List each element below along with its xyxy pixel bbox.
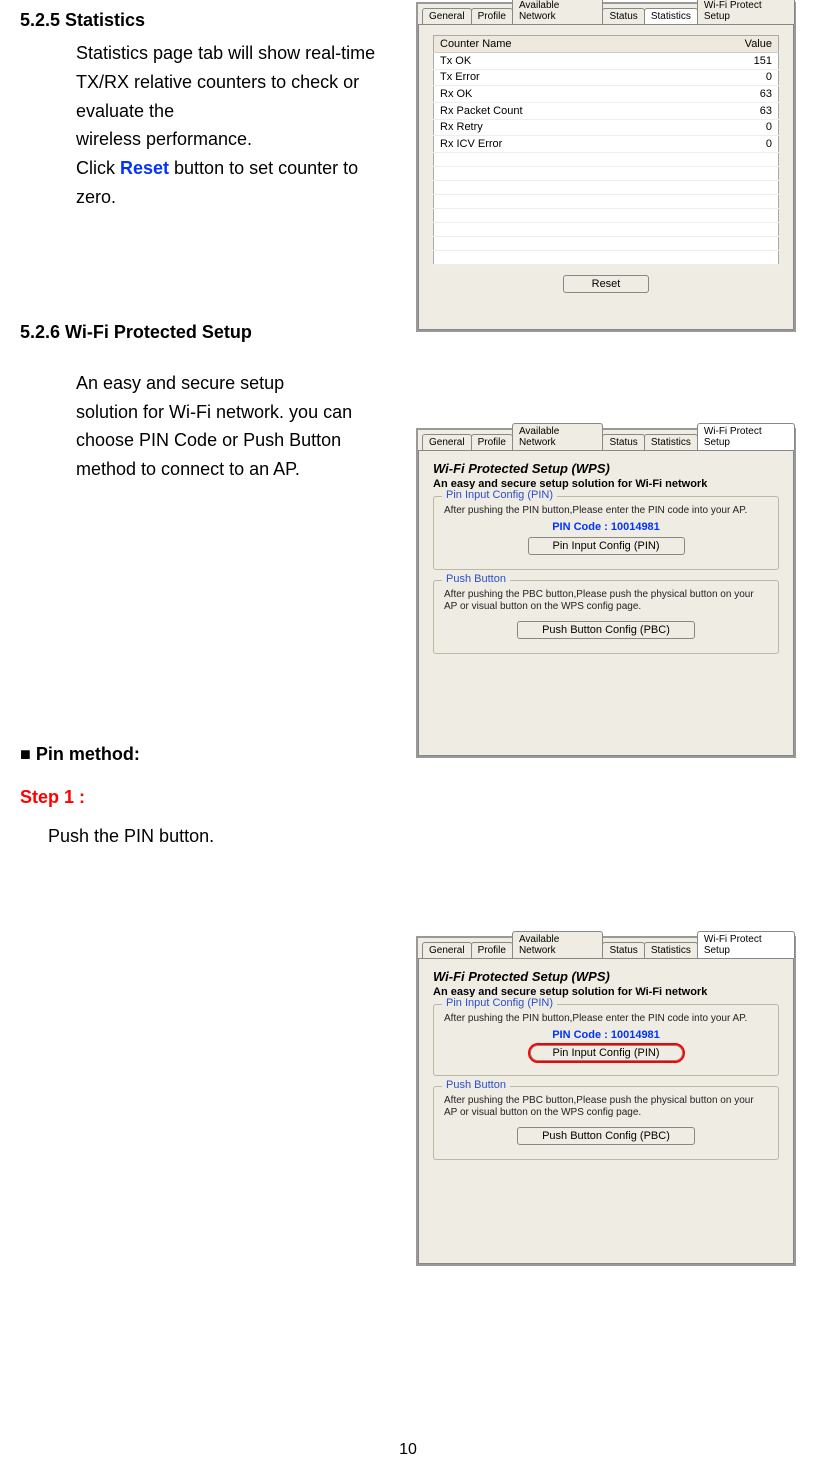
wps-title: Wi-Fi Protected Setup (WPS)	[433, 461, 779, 476]
tab-available-network[interactable]: Available Network	[512, 0, 604, 24]
stats-desc-3: Click Reset button to set counter to	[76, 154, 380, 183]
tab-status[interactable]: Status	[602, 8, 644, 24]
tab-wps[interactable]: Wi-Fi Protect Setup	[697, 0, 795, 24]
tab-statistics[interactable]: Statistics	[644, 8, 698, 24]
push-button-config-button[interactable]: Push Button Config (PBC)	[517, 621, 695, 639]
counter-name: Rx Packet Count	[434, 102, 677, 119]
pin-groupbox: Pin Input Config (PIN) After pushing the…	[433, 496, 779, 570]
wps-desc-1: An easy and secure setup	[76, 369, 380, 398]
pin-desc: After pushing the PIN button,Please ente…	[444, 1013, 768, 1025]
page-number: 10	[399, 1441, 417, 1459]
stats-click-prefix: Click	[76, 158, 120, 178]
wps-window: General Profile Available Network Status…	[416, 428, 796, 758]
heading-5-2-5: 5.2.5 Statistics	[20, 10, 380, 31]
tab-wps[interactable]: Wi-Fi Protect Setup	[697, 423, 795, 450]
pin-desc: After pushing the PIN button,Please ente…	[444, 505, 768, 517]
pin-legend: Pin Input Config (PIN)	[442, 489, 557, 501]
table-row	[434, 237, 779, 251]
pbc-groupbox: Push Button After pushing the PBC button…	[433, 1086, 779, 1160]
table-row: Tx OK151	[434, 53, 779, 70]
stats-desc-2: wireless performance.	[76, 125, 380, 154]
tab-profile[interactable]: Profile	[471, 8, 513, 24]
reset-button[interactable]: Reset	[563, 275, 650, 293]
counter-value: 0	[677, 119, 779, 136]
pin-code: PIN Code : 10014981	[444, 1029, 768, 1041]
table-row: Tx Error0	[434, 69, 779, 86]
tab-general[interactable]: General	[422, 434, 472, 450]
tab-statistics[interactable]: Statistics	[644, 942, 698, 958]
counter-value: 0	[677, 136, 779, 153]
tab-status[interactable]: Status	[602, 434, 644, 450]
tab-profile[interactable]: Profile	[471, 942, 513, 958]
table-row	[434, 153, 779, 167]
tab-profile[interactable]: Profile	[471, 434, 513, 450]
pin-input-config-button-highlighted[interactable]: Pin Input Config (PIN)	[530, 1045, 683, 1061]
tab-available-network[interactable]: Available Network	[512, 931, 604, 958]
tab-general[interactable]: General	[422, 942, 472, 958]
pbc-desc: After pushing the PBC button,Please push…	[444, 1095, 768, 1119]
statistics-table: Counter Name Value Tx OK151 Tx Error0 Rx…	[433, 35, 779, 265]
pin-groupbox: Pin Input Config (PIN) After pushing the…	[433, 1004, 779, 1076]
tab-statistics[interactable]: Statistics	[644, 434, 698, 450]
table-row	[434, 223, 779, 237]
pin-legend: Pin Input Config (PIN)	[442, 997, 557, 1009]
pbc-legend: Push Button	[442, 573, 510, 585]
wps-window-step1: General Profile Available Network Status…	[416, 936, 796, 1266]
tab-general[interactable]: General	[422, 8, 472, 24]
pbc-legend: Push Button	[442, 1079, 510, 1091]
statistics-pane: Counter Name Value Tx OK151 Tx Error0 Rx…	[418, 24, 794, 330]
counter-name: Tx Error	[434, 69, 677, 86]
statistics-window: General Profile Available Network Status…	[416, 2, 796, 332]
tab-available-network[interactable]: Available Network	[512, 423, 604, 450]
heading-5-2-6: 5.2.6 Wi-Fi Protected Setup	[20, 322, 380, 343]
col-counter-name: Counter Name	[434, 36, 677, 53]
pin-input-config-button[interactable]: Pin Input Config (PIN)	[528, 537, 685, 555]
pbc-groupbox: Push Button After pushing the PBC button…	[433, 580, 779, 654]
counter-name: Rx OK	[434, 86, 677, 103]
table-row	[434, 167, 779, 181]
counter-value: 151	[677, 53, 779, 70]
table-row: Rx ICV Error0	[434, 136, 779, 153]
table-row	[434, 181, 779, 195]
counter-name: Rx ICV Error	[434, 136, 677, 153]
wps-pane: Wi-Fi Protected Setup (WPS) An easy and …	[418, 958, 794, 1264]
counter-name: Tx OK	[434, 53, 677, 70]
table-row	[434, 251, 779, 265]
wps-desc-2: solution for Wi-Fi network. you can choo…	[76, 398, 380, 484]
reset-word: Reset	[120, 158, 169, 178]
tab-status[interactable]: Status	[602, 942, 644, 958]
pbc-desc: After pushing the PBC button,Please push…	[444, 589, 768, 613]
counter-value: 0	[677, 69, 779, 86]
col-value: Value	[677, 36, 779, 53]
wps-title: Wi-Fi Protected Setup (WPS)	[433, 969, 779, 984]
tab-row: General Profile Available Network Status…	[418, 430, 794, 450]
stats-desc-1: Statistics page tab will show real-time …	[76, 39, 380, 125]
table-row: Rx OK63	[434, 86, 779, 103]
counter-value: 63	[677, 86, 779, 103]
table-row	[434, 209, 779, 223]
step-1-text: Push the PIN button.	[48, 822, 380, 851]
table-row: Rx Packet Count63	[434, 102, 779, 119]
step-1-label: Step 1 :	[20, 787, 380, 808]
tab-row: General Profile Available Network Status…	[418, 4, 794, 24]
tab-wps[interactable]: Wi-Fi Protect Setup	[697, 931, 795, 958]
stats-desc-4: zero.	[76, 183, 380, 212]
wps-pane: Wi-Fi Protected Setup (WPS) An easy and …	[418, 450, 794, 756]
tab-row: General Profile Available Network Status…	[418, 938, 794, 958]
pin-method-heading: ■ Pin method:	[20, 744, 380, 765]
table-row: Rx Retry0	[434, 119, 779, 136]
counter-name: Rx Retry	[434, 119, 677, 136]
stats-click-suffix: button to set counter to	[169, 158, 358, 178]
table-row	[434, 195, 779, 209]
pin-code: PIN Code : 10014981	[444, 521, 768, 533]
counter-value: 63	[677, 102, 779, 119]
push-button-config-button[interactable]: Push Button Config (PBC)	[517, 1127, 695, 1145]
